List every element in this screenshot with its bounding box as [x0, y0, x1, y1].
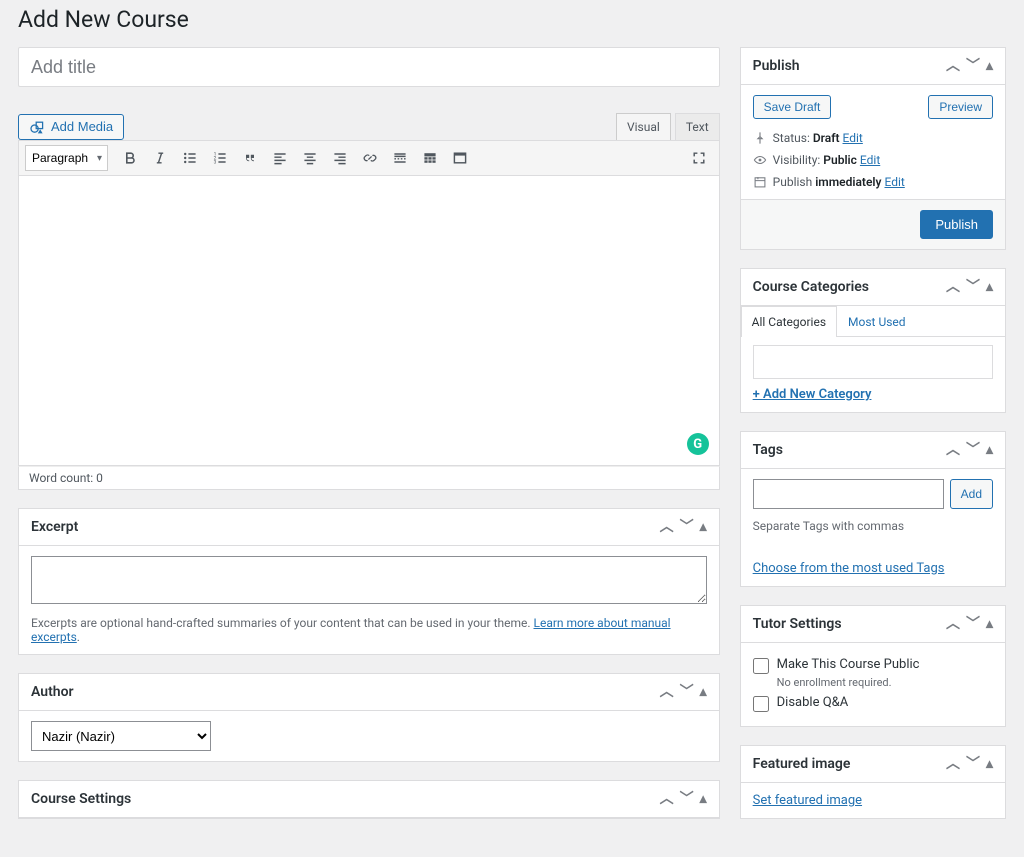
panel-toggle-icon[interactable]: ▴: [700, 685, 707, 699]
panel-toggle-icon[interactable]: ▴: [700, 792, 707, 806]
tab-all-categories[interactable]: All Categories: [741, 306, 837, 337]
italic-button[interactable]: [146, 145, 174, 171]
blockquote-button[interactable]: [236, 145, 264, 171]
tab-visual[interactable]: Visual: [616, 113, 671, 140]
content-editor[interactable]: G: [18, 176, 720, 466]
tutor-settings-box: Tutor Settings ︿ ﹀ ▴ Make This Course Pu…: [740, 605, 1006, 727]
excerpt-box: Excerpt ︿ ﹀ ▴ Excerpts are optional hand…: [18, 508, 720, 655]
move-up-icon[interactable]: ︿: [660, 792, 674, 806]
tags-box: Tags ︿ ﹀ ▴ Add Separate Tags with commas…: [740, 431, 1006, 587]
toolbar-toggle-button[interactable]: [416, 145, 444, 171]
save-draft-button[interactable]: Save Draft: [753, 95, 832, 119]
number-list-button[interactable]: 123: [206, 145, 234, 171]
move-up-icon[interactable]: ︿: [946, 280, 960, 294]
expand-button[interactable]: [685, 145, 713, 171]
align-left-button[interactable]: [266, 145, 294, 171]
page-title: Add New Course: [18, 6, 1006, 33]
grammarly-icon[interactable]: G: [687, 433, 709, 455]
move-down-icon[interactable]: ﹀: [966, 443, 980, 457]
disable-qa-checkbox[interactable]: [753, 696, 769, 712]
publish-title: Publish: [753, 58, 800, 74]
svg-text:3: 3: [214, 160, 217, 166]
preview-button[interactable]: Preview: [928, 95, 993, 119]
status-edit-link[interactable]: Edit: [843, 131, 863, 145]
move-up-icon[interactable]: ︿: [946, 757, 960, 771]
excerpt-hint: Excerpts are optional hand-crafted summa…: [31, 616, 534, 630]
move-down-icon[interactable]: ﹀: [966, 59, 980, 73]
featured-image-box: Featured image ︿ ﹀ ▴ Set featured image: [740, 745, 1006, 819]
move-up-icon[interactable]: ︿: [946, 617, 960, 631]
move-up-icon[interactable]: ︿: [660, 520, 674, 534]
categories-box: Course Categories ︿ ﹀ ▴ All Categories M…: [740, 268, 1006, 413]
publish-date-value: immediately: [815, 175, 881, 189]
panel-toggle-icon[interactable]: ▴: [986, 443, 993, 457]
status-label: Status:: [773, 131, 813, 145]
move-down-icon[interactable]: ﹀: [966, 617, 980, 631]
media-icon: [29, 119, 45, 135]
bullet-list-button[interactable]: [176, 145, 204, 171]
tab-text[interactable]: Text: [675, 113, 720, 140]
pin-icon: [753, 131, 767, 145]
choose-tags-link[interactable]: Choose from the most used Tags: [753, 561, 945, 576]
author-box: Author ︿ ﹀ ▴ Nazir (Nazir): [18, 673, 720, 762]
course-settings-title: Course Settings: [31, 791, 131, 807]
editor-toolbar: Paragraph 123: [18, 140, 720, 176]
visibility-edit-link[interactable]: Edit: [860, 153, 880, 167]
disable-qa-label: Disable Q&A: [777, 695, 849, 710]
add-media-label: Add Media: [51, 119, 113, 134]
categories-title: Course Categories: [753, 279, 869, 295]
link-button[interactable]: [356, 145, 384, 171]
bold-button[interactable]: [116, 145, 144, 171]
publish-date-label: Publish: [773, 175, 816, 189]
eye-icon: [753, 153, 767, 167]
fullscreen-button[interactable]: [446, 145, 474, 171]
move-up-icon[interactable]: ︿: [946, 59, 960, 73]
move-down-icon[interactable]: ﹀: [680, 792, 694, 806]
publish-box: Publish ︿ ﹀ ▴ Save Draft Preview Status:…: [740, 47, 1006, 250]
excerpt-title: Excerpt: [31, 519, 78, 535]
readmore-button[interactable]: [386, 145, 414, 171]
tags-title: Tags: [753, 442, 783, 458]
calendar-icon: [753, 175, 767, 189]
word-count: Word count: 0: [18, 466, 720, 490]
course-settings-box: Course Settings ︿ ﹀ ▴: [18, 780, 720, 819]
make-public-hint: No enrollment required.: [777, 676, 993, 689]
category-list[interactable]: [753, 345, 993, 379]
publish-date-edit-link[interactable]: Edit: [884, 175, 904, 189]
panel-toggle-icon[interactable]: ▴: [986, 280, 993, 294]
add-media-button[interactable]: Add Media: [18, 114, 124, 140]
author-title: Author: [31, 684, 74, 700]
format-select[interactable]: Paragraph: [25, 145, 108, 171]
add-new-category-link[interactable]: + Add New Category: [753, 387, 872, 402]
panel-toggle-icon[interactable]: ▴: [986, 617, 993, 631]
set-featured-image-link[interactable]: Set featured image: [753, 793, 862, 808]
tags-hint: Separate Tags with commas: [753, 519, 993, 533]
visibility-value: Public: [823, 153, 857, 167]
excerpt-textarea[interactable]: [31, 556, 707, 604]
align-center-button[interactable]: [296, 145, 324, 171]
make-public-checkbox[interactable]: [753, 658, 769, 674]
publish-button[interactable]: Publish: [920, 210, 993, 239]
align-right-button[interactable]: [326, 145, 354, 171]
tags-input[interactable]: [753, 479, 944, 509]
tab-most-used[interactable]: Most Used: [837, 306, 917, 337]
panel-toggle-icon[interactable]: ▴: [986, 59, 993, 73]
author-select[interactable]: Nazir (Nazir): [31, 721, 211, 751]
status-value: Draft: [813, 131, 840, 145]
course-title-input[interactable]: [18, 47, 720, 87]
move-down-icon[interactable]: ﹀: [966, 280, 980, 294]
panel-toggle-icon[interactable]: ▴: [986, 757, 993, 771]
visibility-label: Visibility:: [773, 153, 824, 167]
move-down-icon[interactable]: ﹀: [680, 685, 694, 699]
panel-toggle-icon[interactable]: ▴: [700, 520, 707, 534]
move-up-icon[interactable]: ︿: [946, 443, 960, 457]
move-up-icon[interactable]: ︿: [660, 685, 674, 699]
featured-image-title: Featured image: [753, 756, 851, 772]
make-public-label: Make This Course Public: [777, 657, 920, 672]
move-down-icon[interactable]: ﹀: [966, 757, 980, 771]
add-tag-button[interactable]: Add: [950, 479, 993, 509]
move-down-icon[interactable]: ﹀: [680, 520, 694, 534]
tutor-settings-title: Tutor Settings: [753, 616, 842, 632]
